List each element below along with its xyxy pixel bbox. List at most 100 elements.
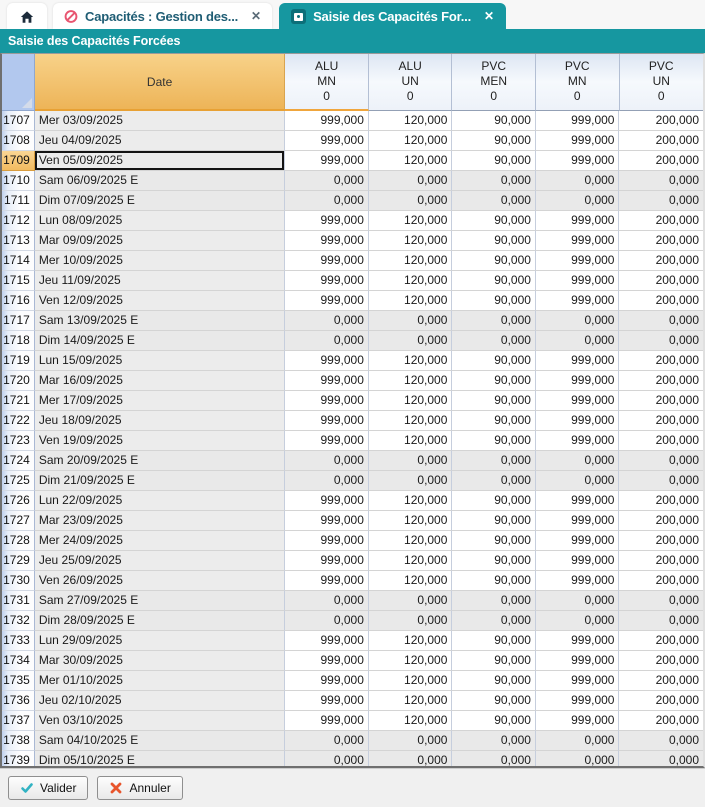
value-cell[interactable]: 999,000 <box>285 151 369 171</box>
value-cell[interactable]: 0,000 <box>452 191 536 211</box>
value-cell[interactable]: 0,000 <box>536 751 620 766</box>
row-number-cell[interactable]: 1728 <box>2 531 35 551</box>
value-cell[interactable]: 0,000 <box>369 331 453 351</box>
value-cell[interactable]: 0,000 <box>536 191 620 211</box>
value-cell[interactable]: 999,000 <box>285 651 369 671</box>
row-number-cell[interactable]: 1738 <box>2 731 35 751</box>
value-cell[interactable]: 90,000 <box>452 131 536 151</box>
value-cell[interactable]: 200,000 <box>619 111 703 131</box>
row-number-cell[interactable]: 1732 <box>2 611 35 631</box>
value-cell[interactable]: 999,000 <box>285 271 369 291</box>
value-cell[interactable]: 120,000 <box>369 551 453 571</box>
value-cell[interactable]: 200,000 <box>619 431 703 451</box>
value-cell[interactable]: 90,000 <box>452 631 536 651</box>
value-cell[interactable]: 0,000 <box>285 331 369 351</box>
date-cell[interactable]: Dim 28/09/2025 E <box>35 611 286 631</box>
value-cell[interactable]: 200,000 <box>619 671 703 691</box>
value-cell[interactable]: 90,000 <box>452 571 536 591</box>
value-cell[interactable]: 90,000 <box>452 431 536 451</box>
row-number-cell[interactable]: 1739 <box>2 751 35 766</box>
value-cell[interactable]: 0,000 <box>369 311 453 331</box>
value-cell[interactable]: 999,000 <box>285 291 369 311</box>
cancel-button[interactable]: Annuler <box>97 776 182 800</box>
value-cell[interactable]: 90,000 <box>452 291 536 311</box>
value-cell[interactable]: 0,000 <box>369 591 453 611</box>
value-cell[interactable]: 999,000 <box>285 351 369 371</box>
close-icon[interactable]: ✕ <box>251 9 261 23</box>
date-cell[interactable]: Mer 24/09/2025 <box>35 531 286 551</box>
value-cell[interactable]: 0,000 <box>536 451 620 471</box>
value-cell[interactable]: 0,000 <box>536 331 620 351</box>
value-cell[interactable]: 200,000 <box>619 631 703 651</box>
date-cell[interactable]: Sam 04/10/2025 E <box>35 731 286 751</box>
date-cell[interactable]: Mar 23/09/2025 <box>35 511 286 531</box>
value-cell[interactable]: 0,000 <box>285 171 369 191</box>
value-cell[interactable]: 200,000 <box>619 391 703 411</box>
value-cell[interactable]: 120,000 <box>369 531 453 551</box>
row-number-cell[interactable]: 1735 <box>2 671 35 691</box>
value-cell[interactable]: 90,000 <box>452 531 536 551</box>
row-number-cell[interactable]: 1709 <box>2 151 35 171</box>
row-number-cell[interactable]: 1712 <box>2 211 35 231</box>
value-cell[interactable]: 200,000 <box>619 291 703 311</box>
column-header-date[interactable]: Date <box>35 54 286 111</box>
value-cell[interactable]: 200,000 <box>619 151 703 171</box>
value-cell[interactable]: 0,000 <box>619 311 703 331</box>
value-cell[interactable]: 999,000 <box>285 691 369 711</box>
value-cell[interactable]: 200,000 <box>619 251 703 271</box>
value-cell[interactable]: 90,000 <box>452 231 536 251</box>
value-cell[interactable]: 90,000 <box>452 691 536 711</box>
value-cell[interactable]: 999,000 <box>285 111 369 131</box>
tab-capacites-gestion[interactable]: Capacités : Gestion des... ✕ <box>53 3 272 29</box>
value-cell[interactable]: 200,000 <box>619 411 703 431</box>
date-cell[interactable]: Jeu 04/09/2025 <box>35 131 286 151</box>
column-header-pvc-mn-0[interactable]: PVCMN0 <box>536 54 620 111</box>
value-cell[interactable]: 200,000 <box>619 651 703 671</box>
row-number-cell[interactable]: 1717 <box>2 311 35 331</box>
value-cell[interactable]: 0,000 <box>619 171 703 191</box>
value-cell[interactable]: 999,000 <box>536 271 620 291</box>
value-cell[interactable]: 0,000 <box>619 591 703 611</box>
value-cell[interactable]: 200,000 <box>619 571 703 591</box>
value-cell[interactable]: 200,000 <box>619 211 703 231</box>
date-cell[interactable]: Dim 07/09/2025 E <box>35 191 286 211</box>
value-cell[interactable]: 120,000 <box>369 391 453 411</box>
value-cell[interactable]: 999,000 <box>285 231 369 251</box>
row-number-cell[interactable]: 1707 <box>2 111 35 131</box>
date-cell[interactable]: Jeu 18/09/2025 <box>35 411 286 431</box>
value-cell[interactable]: 120,000 <box>369 351 453 371</box>
row-number-cell[interactable]: 1724 <box>2 451 35 471</box>
value-cell[interactable]: 120,000 <box>369 111 453 131</box>
value-cell[interactable]: 0,000 <box>285 451 369 471</box>
row-number-cell[interactable]: 1731 <box>2 591 35 611</box>
date-cell[interactable]: Dim 14/09/2025 E <box>35 331 286 351</box>
row-number-cell[interactable]: 1733 <box>2 631 35 651</box>
date-cell[interactable]: Jeu 11/09/2025 <box>35 271 286 291</box>
row-number-cell[interactable]: 1718 <box>2 331 35 351</box>
value-cell[interactable]: 90,000 <box>452 271 536 291</box>
value-cell[interactable]: 0,000 <box>536 591 620 611</box>
tab-saisie-capacites[interactable]: Saisie des Capacités For... ✕ <box>279 3 506 29</box>
value-cell[interactable]: 0,000 <box>452 331 536 351</box>
value-cell[interactable]: 90,000 <box>452 651 536 671</box>
close-icon[interactable]: ✕ <box>484 9 494 23</box>
value-cell[interactable]: 999,000 <box>285 571 369 591</box>
value-cell[interactable]: 200,000 <box>619 531 703 551</box>
value-cell[interactable]: 0,000 <box>536 311 620 331</box>
value-cell[interactable]: 120,000 <box>369 371 453 391</box>
value-cell[interactable]: 0,000 <box>369 751 453 766</box>
date-cell[interactable]: Jeu 02/10/2025 <box>35 691 286 711</box>
value-cell[interactable]: 999,000 <box>536 151 620 171</box>
value-cell[interactable]: 0,000 <box>619 731 703 751</box>
row-number-cell[interactable]: 1723 <box>2 431 35 451</box>
date-cell[interactable]: Mer 10/09/2025 <box>35 251 286 271</box>
value-cell[interactable]: 200,000 <box>619 551 703 571</box>
date-cell[interactable]: Ven 12/09/2025 <box>35 291 286 311</box>
value-cell[interactable]: 999,000 <box>536 231 620 251</box>
value-cell[interactable]: 120,000 <box>369 631 453 651</box>
value-cell[interactable]: 0,000 <box>452 171 536 191</box>
value-cell[interactable]: 120,000 <box>369 211 453 231</box>
value-cell[interactable]: 999,000 <box>285 211 369 231</box>
date-cell[interactable]: Sam 20/09/2025 E <box>35 451 286 471</box>
value-cell[interactable]: 999,000 <box>285 131 369 151</box>
